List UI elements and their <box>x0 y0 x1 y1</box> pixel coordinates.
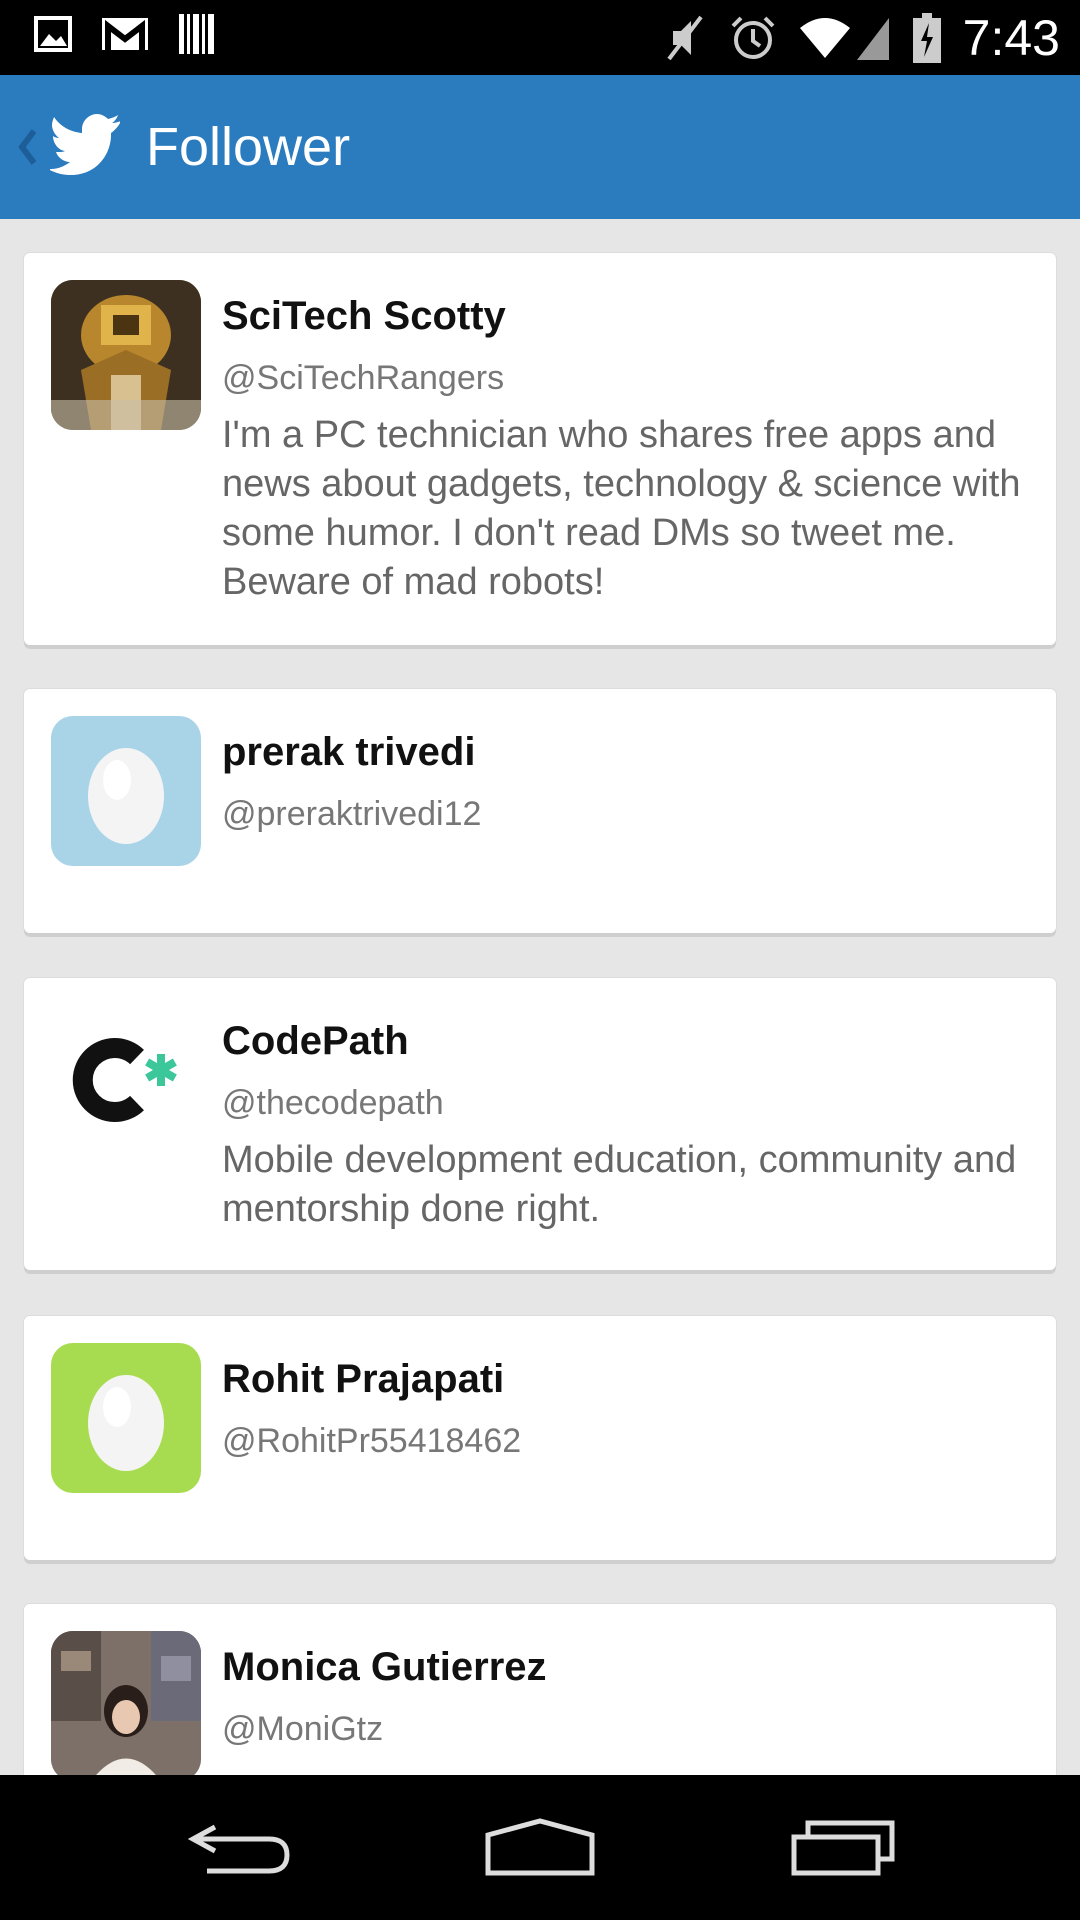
list-item[interactable]: Monica Gutierrez @MoniGtz <box>24 1604 1056 1775</box>
egg-icon <box>88 748 164 844</box>
codepath-logo-icon <box>72 1038 177 1122</box>
list-item[interactable]: SciTech Scotty @SciTechRangers I'm a PC … <box>24 253 1056 645</box>
signal-icon <box>856 18 889 60</box>
follower-bio: Mobile development education, community … <box>222 1139 1017 1230</box>
barcode-icon <box>179 14 214 54</box>
wifi-icon <box>799 18 850 58</box>
egg-icon <box>88 1375 164 1471</box>
image-icon <box>34 16 72 52</box>
follower-name: CodePath <box>222 1019 409 1063</box>
follower-handle: @SciTechRangers <box>222 359 505 397</box>
follower-list[interactable]: SciTech Scotty @SciTechRangers I'm a PC … <box>0 219 1080 1775</box>
robot-photo-icon <box>51 280 201 430</box>
person-photo-icon <box>51 1631 201 1775</box>
gmail-icon <box>102 18 148 50</box>
follower-handle: @thecodepath <box>222 1084 444 1122</box>
status-system: 7:43 <box>663 8 1060 68</box>
navigation-bar <box>0 1775 1080 1920</box>
status-time: 7:43 <box>962 10 1060 66</box>
follower-name: prerak trivedi <box>222 730 476 774</box>
follower-handle: @preraktrivedi12 <box>222 795 482 833</box>
battery-icon <box>912 13 941 63</box>
action-bar: Follower <box>0 75 1080 219</box>
follower-bio: I'm a PC technician who shares free apps… <box>222 414 1021 603</box>
follower-name: SciTech Scotty <box>222 294 506 338</box>
avatar[interactable] <box>51 1005 201 1155</box>
home-nav-icon[interactable] <box>484 1817 596 1877</box>
follower-handle: @RohitPr55418462 <box>222 1422 522 1460</box>
avatar[interactable] <box>51 716 201 866</box>
twitter-bird-icon[interactable] <box>50 113 120 175</box>
mute-icon <box>667 15 703 61</box>
follower-name: Monica Gutierrez <box>222 1645 547 1689</box>
page-title: Follower <box>146 117 351 177</box>
status-notifications <box>34 14 216 54</box>
back-nav-icon[interactable] <box>185 1817 295 1877</box>
list-item[interactable]: CodePath @thecodepath Mobile development… <box>24 978 1056 1270</box>
follower-name: Rohit Prajapati <box>222 1357 505 1401</box>
avatar[interactable] <box>51 280 201 430</box>
recents-nav-icon[interactable] <box>790 1817 896 1877</box>
alarm-icon <box>731 16 775 59</box>
avatar[interactable] <box>51 1343 201 1493</box>
list-item[interactable]: Rohit Prajapati @RohitPr55418462 <box>24 1316 1056 1560</box>
follower-handle: @MoniGtz <box>222 1710 384 1748</box>
status-bar: 7:43 <box>0 0 1080 75</box>
chevron-left-icon[interactable] <box>12 125 42 169</box>
list-item[interactable]: prerak trivedi @preraktrivedi12 <box>24 689 1056 933</box>
avatar[interactable] <box>51 1631 201 1775</box>
